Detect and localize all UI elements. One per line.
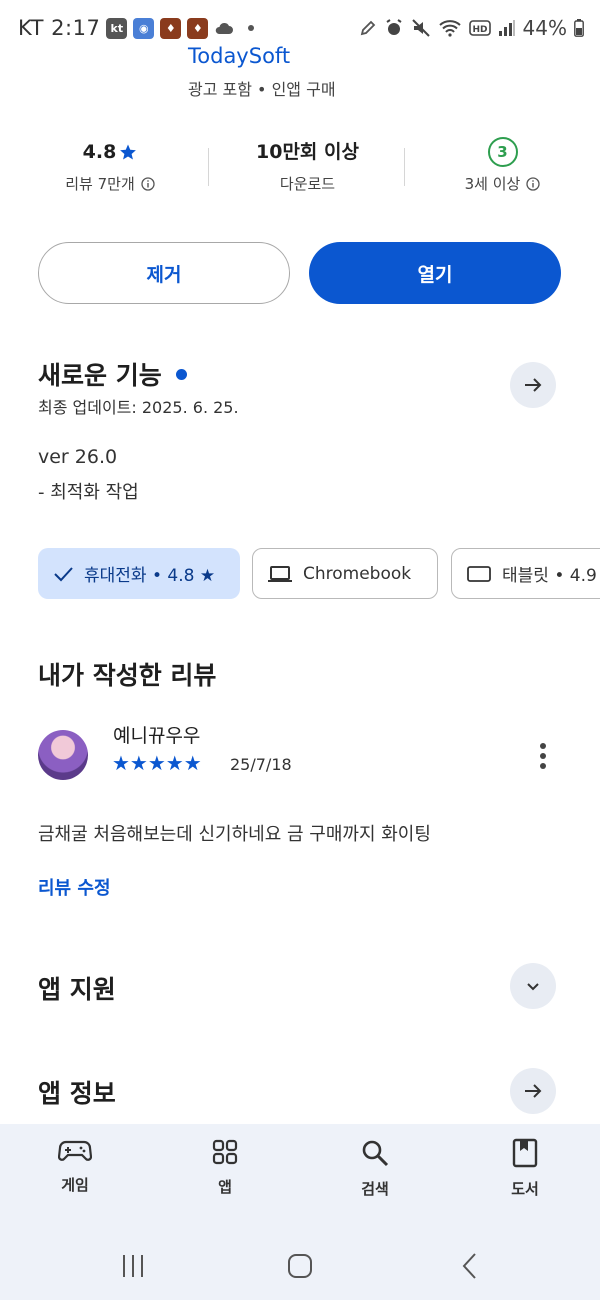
search-icon bbox=[362, 1140, 389, 1167]
open-button[interactable]: 열기 bbox=[309, 242, 561, 304]
app-info-heading[interactable]: 앱 정보 bbox=[38, 1074, 116, 1110]
kebab-dot bbox=[540, 743, 546, 749]
review-count: 리뷰 7만개 bbox=[65, 175, 135, 193]
nav-games-label: 게임 bbox=[61, 1176, 89, 1194]
review-text: 금채굴 처음해보는데 신기하네요 금 구매까지 화이팅 bbox=[38, 824, 431, 845]
nav-search-label: 검색 bbox=[361, 1180, 389, 1198]
back-button[interactable] bbox=[455, 1250, 485, 1282]
rating-stat[interactable]: 4.8 리뷰 7만개 bbox=[30, 136, 190, 198]
new-indicator-dot bbox=[175, 368, 187, 380]
app-support-heading[interactable]: 앱 지원 bbox=[38, 970, 116, 1006]
chip-tablet-label: 태블릿 • 4.9 ★ bbox=[502, 566, 600, 586]
whats-new-heading: 새로운 기능 bbox=[38, 356, 187, 392]
nav-books[interactable]: 도서 bbox=[470, 1138, 580, 1199]
chip-phone-label: 휴대전화 • 4.8 ★ bbox=[84, 566, 216, 586]
info-icon bbox=[526, 177, 541, 191]
downloads-value: 10만회 이상 bbox=[256, 141, 359, 163]
nav-apps[interactable]: 앱 bbox=[170, 1138, 280, 1197]
review-star-rating: ★★★★★ bbox=[112, 751, 202, 775]
system-navigation-bar bbox=[0, 1232, 600, 1300]
status-left: KT 2:17 kt ◉ ♦ ♦ bbox=[18, 14, 255, 42]
nav-books-label: 도서 bbox=[511, 1180, 539, 1198]
nav-games[interactable]: 게임 bbox=[20, 1138, 130, 1195]
cloud-icon bbox=[216, 22, 234, 34]
whats-new-version: ver 26.0 bbox=[38, 446, 118, 468]
nav-search[interactable]: 검색 bbox=[320, 1138, 430, 1199]
downloads-stat: 10만회 이상 다운로드 bbox=[220, 136, 395, 198]
recent-apps-button[interactable] bbox=[118, 1250, 148, 1282]
age-rating-stat[interactable]: 3 3세 이상 bbox=[420, 136, 585, 198]
mute-icon bbox=[411, 19, 430, 37]
status-bar: KT 2:17 kt ◉ ♦ ♦ HD 44% bbox=[0, 0, 600, 56]
edit-review-link[interactable]: 리뷰 수정 bbox=[38, 874, 111, 900]
more-notifications-dot bbox=[248, 25, 255, 31]
chip-tablet[interactable]: 태블릿 • 4.9 ★ bbox=[451, 548, 600, 599]
apps-grid-icon bbox=[212, 1139, 238, 1165]
signal-icon bbox=[498, 20, 515, 36]
laptop-icon bbox=[268, 565, 292, 582]
wifi-icon bbox=[438, 20, 461, 37]
chip-chromebook[interactable]: Chromebook bbox=[252, 548, 438, 599]
arrow-right-icon bbox=[525, 1084, 542, 1098]
stats-divider bbox=[208, 148, 209, 186]
battery-icon bbox=[574, 19, 584, 37]
svg-text:HD: HD bbox=[472, 25, 487, 35]
review-author: 예니뀨우우 bbox=[113, 725, 201, 747]
alarm-icon bbox=[385, 19, 402, 35]
app-stats-row: 4.8 리뷰 7만개 10만회 이상 다운로드 3 3세 이상 bbox=[0, 136, 600, 206]
status-carrier-time: KT 2:17 bbox=[18, 16, 101, 40]
kebab-dot bbox=[540, 753, 546, 759]
device-filter-chips: 휴대전화 • 4.8 ★ Chromebook 태블릿 • 4.9 ★ bbox=[0, 548, 600, 600]
review-more-options-button[interactable] bbox=[530, 740, 556, 772]
app-support-expand-button[interactable] bbox=[510, 963, 556, 1009]
game-notification-icon-2: ♦ bbox=[187, 17, 209, 39]
back-chevron-icon bbox=[462, 1253, 476, 1279]
downloads-label: 다운로드 bbox=[279, 175, 336, 193]
pen-icon bbox=[360, 20, 375, 36]
last-update-date: 최종 업데이트: 2025. 6. 25. bbox=[38, 398, 239, 417]
tablet-icon bbox=[467, 565, 491, 582]
arrow-right-icon bbox=[525, 378, 542, 392]
kebab-dot bbox=[540, 763, 546, 769]
gamepad-icon bbox=[58, 1140, 92, 1161]
rating-value: 4.8 bbox=[82, 141, 117, 163]
whats-new-title: 새로운 기능 bbox=[38, 361, 162, 390]
kt-notification-icon: kt bbox=[106, 17, 128, 39]
hd-voice-icon: HD bbox=[468, 20, 491, 36]
age-rating-badge: 3 bbox=[487, 137, 518, 167]
ads-in-app-purchase-note: 광고 포함 • 인앱 구매 bbox=[188, 80, 336, 99]
age-rating-label: 3세 이상 bbox=[464, 175, 521, 193]
home-icon bbox=[288, 1254, 312, 1278]
game-notification-icon: ♦ bbox=[160, 17, 182, 39]
book-icon bbox=[512, 1138, 538, 1168]
check-icon bbox=[54, 566, 73, 581]
battery-percent: 44% bbox=[522, 16, 567, 40]
whats-new-arrow-button[interactable] bbox=[510, 362, 556, 408]
status-right: HD 44% bbox=[359, 14, 584, 42]
review-date: 25/7/18 bbox=[230, 755, 292, 774]
star-icon bbox=[120, 144, 137, 160]
nav-apps-label: 앱 bbox=[218, 1178, 232, 1196]
chip-chromebook-label: Chromebook bbox=[303, 563, 412, 584]
app-info-arrow-button[interactable] bbox=[510, 1068, 556, 1114]
app-notification-icon: ◉ bbox=[133, 17, 155, 39]
bottom-navigation: 게임 앱 검색 도서 bbox=[0, 1124, 600, 1232]
uninstall-button[interactable]: 제거 bbox=[38, 242, 290, 304]
chip-phone[interactable]: 휴대전화 • 4.8 ★ bbox=[38, 548, 240, 599]
my-review-heading: 내가 작성한 리뷰 bbox=[38, 661, 217, 690]
stats-divider bbox=[404, 148, 405, 186]
whats-new-note: - 최적화 작업 bbox=[38, 482, 139, 503]
avatar bbox=[38, 730, 88, 780]
info-icon bbox=[141, 177, 155, 191]
developer-link[interactable]: TodaySoft bbox=[188, 44, 290, 68]
chevron-down-icon bbox=[527, 983, 539, 991]
home-button[interactable] bbox=[285, 1250, 315, 1282]
recent-apps-icon bbox=[123, 1255, 143, 1277]
